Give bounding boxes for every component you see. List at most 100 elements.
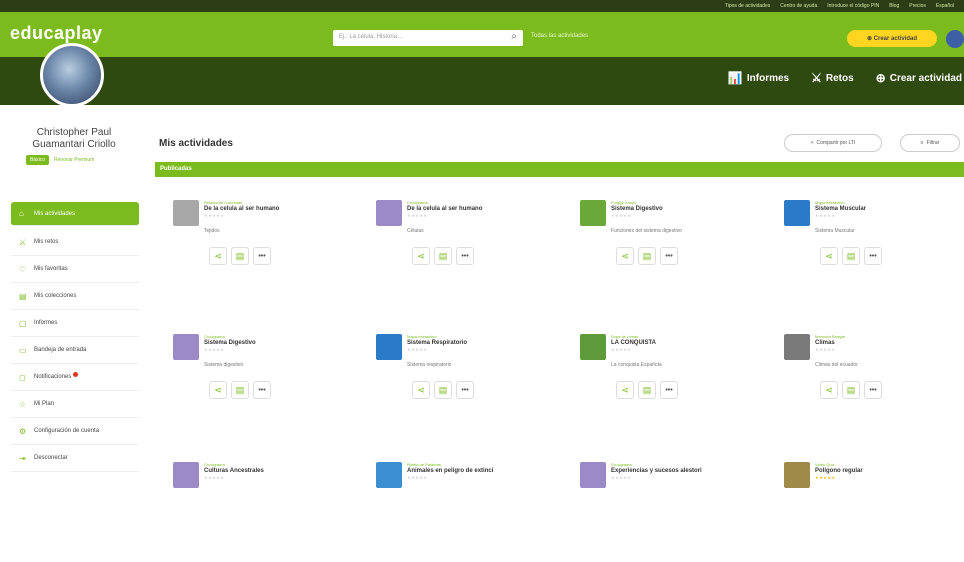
sidebar-item-favorites[interactable]: ♡ Mis favoritas <box>11 256 139 283</box>
activity-title[interactable]: Polígono regular <box>815 468 863 474</box>
nav-reports[interactable]: 📊 Informes <box>728 71 789 85</box>
more-options-icon[interactable]: ••• <box>864 381 882 399</box>
activity-thumbnail[interactable] <box>173 462 199 488</box>
share-lti-button[interactable]: < Compartir por LTI <box>784 134 882 152</box>
activity-rating: ★★★★★ <box>407 475 428 480</box>
document-icon[interactable]: ▤ <box>638 381 656 399</box>
activity-title[interactable]: Culturas Ancestrales <box>204 468 264 474</box>
sidebar-item-label: Mis actividades <box>34 210 76 217</box>
logo[interactable]: educaplay <box>10 23 103 44</box>
share-icon[interactable]: ⋖ <box>616 381 634 399</box>
activity-thumbnail[interactable] <box>376 334 402 360</box>
top-link[interactable]: Centro de ayuda <box>780 3 817 9</box>
document-icon[interactable]: ▤ <box>842 381 860 399</box>
sidebar-item-plan[interactable]: ☆ Mi Plan <box>11 391 139 418</box>
nav-create-activity[interactable]: ⊕ Crear actividad <box>876 71 962 85</box>
activity-thumbnail[interactable] <box>376 462 402 488</box>
more-options-icon[interactable]: ••• <box>660 381 678 399</box>
activity-category: Froggy Jumps <box>611 200 637 205</box>
activity-title[interactable]: Sistema Respiratorio <box>407 340 467 346</box>
activity-thumbnail[interactable] <box>376 200 402 226</box>
activity-category: Mapa Interactivo <box>407 334 437 339</box>
activity-title[interactable]: Sistema Digestivo <box>204 340 256 346</box>
activity-title[interactable]: De la celula al ser humano <box>407 206 482 212</box>
renew-premium-link[interactable]: Renovar Premium <box>54 157 94 163</box>
share-icon[interactable]: ⋖ <box>209 247 227 265</box>
activity-title[interactable]: Experiencias y sucesos alestori <box>611 468 702 474</box>
sidebar-item-notifications[interactable]: ◻ Notificaciones <box>11 364 139 391</box>
more-options-icon[interactable]: ••• <box>456 381 474 399</box>
user-menu-avatar[interactable] <box>946 30 964 48</box>
activity-description: La conquista Española <box>611 362 662 368</box>
top-link[interactable]: Tipos de actividades <box>725 3 770 9</box>
search-scope-button[interactable]: Todas las actividades <box>531 33 588 39</box>
activity-card[interactable]: Relacionar Columnas De la celula al ser h… <box>173 200 343 300</box>
activity-card[interactable]: Crucigrama De la celula al ser humano ★★★★… <box>376 200 546 300</box>
more-options-icon[interactable]: ••• <box>660 247 678 265</box>
more-options-icon[interactable]: ••• <box>253 247 271 265</box>
filter-button[interactable]: ≡ Filtrar <box>900 134 960 152</box>
activity-card[interactable]: Sopa de Letras LA CONQUISTA ★★★★★ La conqui… <box>580 334 750 434</box>
activity-card[interactable]: Crucigrama Experiencias y sucesos alestor… <box>580 462 750 562</box>
avatar[interactable] <box>40 43 104 107</box>
activity-title[interactable]: De la celula al ser humano <box>204 206 279 212</box>
activity-card[interactable]: Froggy Jumps Sistema Digestivo ★★★★★ Funcio… <box>580 200 750 300</box>
activity-thumbnail[interactable] <box>173 200 199 226</box>
more-options-icon[interactable]: ••• <box>864 247 882 265</box>
inbox-icon: ▭ <box>19 345 27 355</box>
activity-thumbnail[interactable] <box>784 200 810 226</box>
sidebar-item-reports[interactable]: ▢ Informes <box>11 310 139 337</box>
activity-actions: ⋖ ▤ ••• <box>209 381 271 399</box>
sidebar-item-activities[interactable]: ⌂ Mis actividades <box>11 202 139 226</box>
share-icon[interactable]: ⋖ <box>820 247 838 265</box>
share-icon[interactable]: ⋖ <box>820 381 838 399</box>
document-icon[interactable]: ▤ <box>231 247 249 265</box>
document-icon[interactable]: ▤ <box>638 247 656 265</box>
share-icon[interactable]: ⋖ <box>209 381 227 399</box>
activity-card[interactable]: Crucigrama Sistema Digestivo ★★★★★ Sistema … <box>173 334 343 434</box>
search-input[interactable]: Ej.: La célula, Historia… <box>339 34 403 40</box>
search-box[interactable]: Ej.: La célula, Historia… ⌕ <box>333 30 523 46</box>
share-icon[interactable]: ⋖ <box>412 247 430 265</box>
activity-card[interactable]: Ruleta de Palabras Animales en peligro de… <box>376 462 546 562</box>
activity-card[interactable]: Video Quiz Polígono regular ★★★★★ <box>784 462 954 562</box>
activity-title[interactable]: Climas <box>815 340 835 346</box>
top-link[interactable]: Blog <box>889 3 899 9</box>
activity-actions: ⋖ ▤ ••• <box>412 381 474 399</box>
activity-card[interactable]: Memoria Parejas Climas ★★★★★ Climas del ecu… <box>784 334 954 434</box>
activity-thumbnail[interactable] <box>580 462 606 488</box>
document-icon[interactable]: ▤ <box>434 247 452 265</box>
top-link[interactable]: Introduce el código PIN <box>827 3 879 9</box>
activity-thumbnail[interactable] <box>784 334 810 360</box>
activity-title[interactable]: LA CONQUISTA <box>611 340 656 346</box>
share-icon[interactable]: ⋖ <box>616 247 634 265</box>
user-name: Christopher Paul Guamantari Criollo <box>10 127 138 151</box>
activity-card[interactable]: Mapa Interactivo Sistema Respiratorio ★★★★… <box>376 334 546 434</box>
more-options-icon[interactable]: ••• <box>456 247 474 265</box>
sidebar-item-logout[interactable]: ⇥ Desconectar <box>11 445 139 472</box>
sidebar-item-label: Desconectar <box>34 455 68 461</box>
nav-challenges[interactable]: ⚔ Retos <box>811 71 854 85</box>
document-icon[interactable]: ▤ <box>434 381 452 399</box>
share-icon[interactable]: ⋖ <box>412 381 430 399</box>
activity-thumbnail[interactable] <box>784 462 810 488</box>
create-activity-button[interactable]: ⊕ Crear actividad <box>847 30 937 47</box>
activity-thumbnail[interactable] <box>580 334 606 360</box>
activity-title[interactable]: Sistema Digestivo <box>611 206 663 212</box>
activity-thumbnail[interactable] <box>173 334 199 360</box>
document-icon[interactable]: ▤ <box>231 381 249 399</box>
activity-title[interactable]: Animales en peligro de extinci <box>407 468 493 474</box>
top-link[interactable]: Español <box>936 3 954 9</box>
activity-card[interactable]: Mapa Interactivo Sistema Muscular ★★★★★ Sis… <box>784 200 954 300</box>
activity-card[interactable]: Crucigrama Culturas Ancestrales ★★★★★ <box>173 462 343 562</box>
activity-thumbnail[interactable] <box>580 200 606 226</box>
top-link[interactable]: Precios <box>909 3 926 9</box>
sidebar-item-inbox[interactable]: ▭ Bandeja de entrada <box>11 337 139 364</box>
sidebar-item-collections[interactable]: ▤ Mis colecciones <box>11 283 139 310</box>
search-icon[interactable]: ⌕ <box>511 31 517 42</box>
more-options-icon[interactable]: ••• <box>253 381 271 399</box>
sidebar-item-settings[interactable]: ⚙ Configuración de cuenta <box>11 418 139 445</box>
activity-title[interactable]: Sistema Muscular <box>815 206 866 212</box>
document-icon[interactable]: ▤ <box>842 247 860 265</box>
sidebar-item-challenges[interactable]: ⚔ Mis retos <box>11 229 139 256</box>
